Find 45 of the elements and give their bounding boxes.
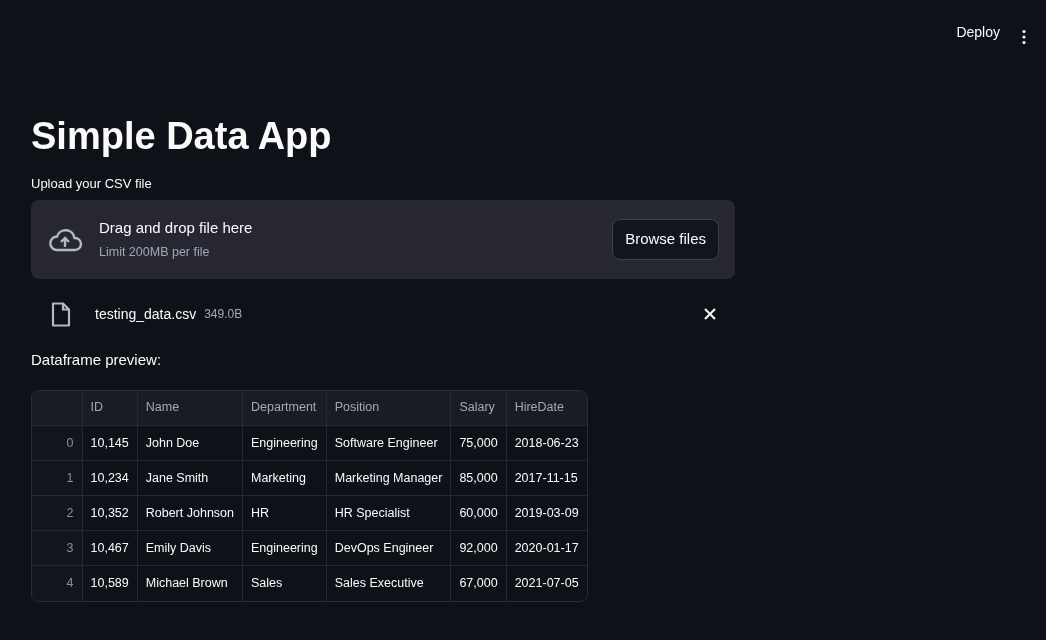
table-cell: 2021-07-05 [506, 565, 587, 601]
table-cell: Marketing Manager [326, 460, 451, 496]
browse-files-button[interactable]: Browse files [612, 219, 719, 260]
table-cell: 85,000 [450, 460, 507, 496]
table-cell: 75,000 [450, 425, 507, 461]
file-icon [51, 301, 71, 327]
table-cell: John Doe [137, 425, 243, 461]
table-cell: Emily Davis [137, 530, 243, 566]
column-header[interactable]: Name [137, 390, 243, 426]
table-cell: 10,467 [82, 530, 138, 566]
table-cell: 10,145 [82, 425, 138, 461]
row-index: 4 [32, 565, 82, 601]
row-index: 0 [32, 425, 82, 461]
table-cell: 10,352 [82, 495, 138, 531]
row-index: 1 [32, 460, 82, 496]
upload-dropzone[interactable]: Drag and drop file here Limit 200MB per file Browse files [31, 200, 735, 280]
upload-label: Upload your CSV file [31, 174, 153, 193]
table-cell: DevOps Engineer [326, 530, 451, 566]
table-cell: HR Specialist [326, 495, 451, 531]
close-icon[interactable] [703, 307, 717, 322]
table-cell: Jane Smith [137, 460, 243, 496]
table-cell: 60,000 [450, 495, 507, 531]
row-index: 3 [32, 530, 82, 566]
file-size: 349.0B [204, 306, 244, 324]
file-size-limit: Limit 200MB per file [99, 244, 211, 262]
table-cell: HR [242, 495, 327, 531]
column-header[interactable]: ID [82, 390, 138, 426]
section-label: Dataframe preview: [31, 350, 163, 371]
table-cell: Engineering [242, 530, 327, 566]
dropzone-instruction: Drag and drop file here [99, 217, 254, 238]
row-index: 2 [32, 495, 82, 531]
table-cell: Robert Johnson [137, 495, 243, 531]
column-header[interactable]: Position [326, 390, 451, 426]
cloud-upload-icon [47, 226, 83, 253]
table-cell: 10,234 [82, 460, 138, 496]
table-cell: Engineering [242, 425, 327, 461]
column-header[interactable]: HireDate [506, 390, 587, 426]
deploy-button[interactable]: Deploy [946, 15, 1010, 49]
page-title: Simple Data App [31, 114, 333, 159]
table-cell: Software Engineer [326, 425, 451, 461]
table-cell: Marketing [242, 460, 327, 496]
column-header[interactable]: Salary [450, 390, 507, 426]
table-cell: 92,000 [450, 530, 507, 566]
column-header[interactable]: Department [242, 390, 327, 426]
file-name: testing_data.csv [95, 304, 197, 324]
